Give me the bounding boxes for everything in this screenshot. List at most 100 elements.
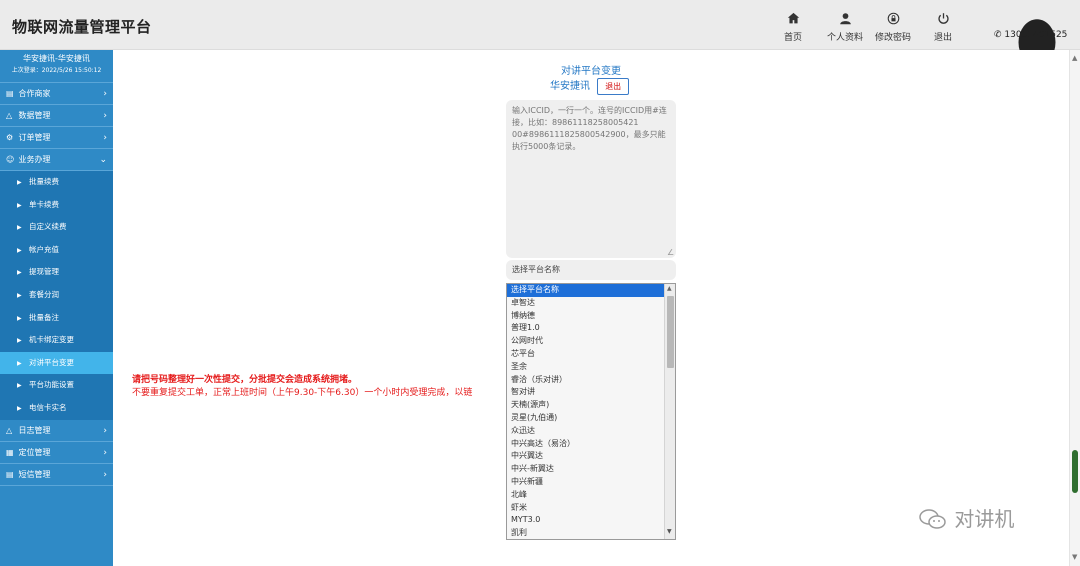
platform-option[interactable]: 选择平台名称 bbox=[507, 284, 664, 297]
chevron-right-icon: › bbox=[103, 111, 107, 121]
lock-icon bbox=[868, 10, 918, 28]
user-info: 华安捷讯-华安捷讯 上次登录：2022/5/26 15:50:12 bbox=[0, 50, 113, 83]
platform-option[interactable]: 智对讲 bbox=[507, 386, 664, 399]
sidebar-item-orders[interactable]: ⚙ 订单管理 › bbox=[0, 127, 113, 149]
page-scroll-thumb[interactable] bbox=[1072, 450, 1078, 493]
nav-profile-button[interactable]: 个人资料 bbox=[820, 10, 870, 43]
page-scrollbar[interactable]: ▲ ▼ bbox=[1069, 50, 1080, 566]
sidebar-sub-item[interactable]: ▶ 套餐分润 bbox=[0, 284, 113, 307]
platform-select[interactable]: 选择平台名称 bbox=[506, 260, 676, 280]
warning-text: 不要重复提交工单，正常上班时间（上午9.30-下午6.30）一个小时内受理完成，… bbox=[132, 388, 473, 398]
brand-title: 物联网流量管理平台 bbox=[12, 18, 152, 36]
contact-phone: ✆ 13051401525 bbox=[994, 10, 1074, 78]
platform-option[interactable]: 灵星(九伯通) bbox=[507, 412, 664, 425]
caret-right-icon: ▶ bbox=[17, 404, 22, 412]
sidebar-sub-item[interactable]: ▶ 电信卡实名 bbox=[0, 397, 113, 420]
caret-right-icon: ▶ bbox=[17, 179, 22, 186]
last-login: 上次登录：2022/5/26 15:50:12 bbox=[11, 67, 102, 74]
platform-option-list: 选择平台名称 卓智达 博纳德 普理1.0 公网时代 芯平台 圣余 睿洽（乐对讲） 智对讲 天楠(源… bbox=[507, 284, 675, 539]
page-title: 对讲平台变更 bbox=[561, 66, 621, 77]
platform-option[interactable]: 中兴-新翼达 bbox=[507, 463, 664, 476]
settings-icon: ⚙ bbox=[6, 133, 14, 142]
sidebar-item-logs[interactable]: △ 日志管理 › bbox=[0, 420, 113, 442]
platform-option[interactable]: 中兴新疆 bbox=[507, 476, 664, 489]
platform-option[interactable]: 中兴翼达 bbox=[507, 450, 664, 463]
sidebar-sub-item[interactable]: ▶ 自定义续费 bbox=[0, 216, 113, 239]
chart-icon: ▤ bbox=[6, 89, 14, 98]
person-icon: ☺ bbox=[6, 155, 15, 164]
sidebar-item-data[interactable]: △ 数据管理 › bbox=[0, 105, 113, 127]
sidebar-item-label: 日志管理 bbox=[18, 425, 51, 435]
caret-right-icon: ▶ bbox=[17, 359, 22, 367]
nav-logout-label: 退出 bbox=[933, 33, 952, 43]
sidebar-item-label: 合作商家 bbox=[18, 89, 51, 98]
chevron-right-icon: › bbox=[103, 469, 107, 480]
sidebar-item-label: 业务办理 bbox=[18, 155, 51, 164]
caret-right-icon: ▶ bbox=[17, 224, 22, 232]
chevron-down-icon: ⌄ bbox=[99, 155, 107, 165]
platform-option[interactable]: 博纳德 bbox=[507, 310, 664, 323]
user-icon bbox=[820, 10, 870, 28]
sidebar-item-business[interactable]: ☺ 业务办理 ⌄ bbox=[0, 149, 113, 171]
caret-right-icon: ▶ bbox=[17, 201, 22, 209]
platform-option[interactable]: 北峰 bbox=[507, 489, 664, 502]
sidebar-item-label: 订单管理 bbox=[18, 133, 51, 142]
logout-button[interactable]: 退出 bbox=[597, 77, 630, 95]
platform-option[interactable]: 芯平台 bbox=[507, 348, 664, 361]
nav-home-button[interactable]: 首页 bbox=[768, 10, 818, 43]
top-header: 物联网流量管理平台 首页 个人资料 修改密码 退出 ✆ 13051401525 bbox=[0, 0, 1080, 78]
sidebar-sub-item[interactable]: ▶ 批量备注 bbox=[0, 307, 113, 330]
scroll-up-icon[interactable]: ▲ bbox=[1072, 54, 1077, 62]
chevron-right-icon: › bbox=[103, 133, 107, 143]
platform-option[interactable]: 公网时代 bbox=[507, 335, 664, 348]
phone-icon: ✆ bbox=[994, 30, 1002, 40]
platform-option[interactable]: 睿洽（乐对讲） bbox=[507, 374, 664, 387]
nav-logout-button[interactable]: 退出 bbox=[918, 10, 968, 43]
company-row: 华安捷讯 退出 bbox=[550, 77, 630, 95]
platform-option[interactable]: 中兴高达（易洽） bbox=[507, 438, 664, 451]
chart-icon: ▤ bbox=[6, 469, 14, 479]
sidebar-item-location[interactable]: ▦ 定位管理 › bbox=[0, 442, 113, 464]
resize-grip-icon[interactable]: ∠ bbox=[667, 248, 674, 257]
business-submenu: ▶ 批量续费 ▶ 单卡续费 ▶ 自定义续费 ▶ 帐户充值 ▶ 提现管理 ▶ 套餐分润 ▶ 批量… bbox=[0, 171, 113, 420]
chevron-right-icon: › bbox=[103, 89, 107, 99]
scroll-down-icon[interactable]: ▼ bbox=[1072, 553, 1077, 561]
sidebar-sub-item[interactable]: ▶ 单卡续费 bbox=[0, 194, 113, 217]
sidebar-sub-item-active[interactable]: ▶ 对讲平台变更 bbox=[0, 351, 113, 375]
people-icon: △ bbox=[6, 111, 13, 120]
sidebar-sub-item[interactable]: ▶ 平台功能设置 bbox=[0, 374, 113, 397]
nav-password-button[interactable]: 修改密码 bbox=[868, 10, 918, 43]
platform-option[interactable]: 普理1.0 bbox=[507, 322, 664, 335]
caret-right-icon: ▶ bbox=[17, 314, 22, 322]
scroll-up-icon[interactable]: ▲ bbox=[667, 285, 672, 292]
platform-option[interactable]: 虾米 bbox=[507, 502, 664, 515]
sidebar-item-partners[interactable]: ▤ 合作商家 › bbox=[0, 83, 113, 105]
caret-right-icon: ▶ bbox=[17, 382, 22, 390]
sidebar-sub-item[interactable]: ▶ 提现管理 bbox=[0, 261, 113, 284]
platform-option[interactable]: 凯利 bbox=[507, 527, 664, 539]
platform-listbox[interactable]: 选择平台名称 卓智达 博纳德 普理1.0 公网时代 芯平台 圣余 睿洽（乐对讲） 智对讲 天楠(源… bbox=[506, 283, 676, 540]
sidebar-sub-item[interactable]: ▶ 机卡绑定变更 bbox=[0, 329, 113, 352]
listbox-scrollbar[interactable]: ▲ ▼ bbox=[664, 284, 675, 539]
sidebar-sub-item[interactable]: ▶ 帐户充值 bbox=[0, 239, 113, 262]
platform-option[interactable]: 天楠(源声) bbox=[507, 399, 664, 412]
caret-right-icon: ▶ bbox=[17, 246, 22, 254]
platform-option[interactable]: 圣余 bbox=[507, 361, 664, 374]
scroll-down-icon[interactable]: ▼ bbox=[667, 528, 672, 535]
nav-password-label: 修改密码 bbox=[874, 33, 911, 43]
platform-option[interactable]: 众迅达 bbox=[507, 425, 664, 438]
platform-option[interactable]: 卓智达 bbox=[507, 297, 664, 310]
sidebar-item-sms[interactable]: ▤ 短信管理 › bbox=[0, 464, 113, 486]
wechat-icon bbox=[918, 507, 954, 531]
sidebar-sub-item[interactable]: ▶ 批量续费 bbox=[0, 171, 113, 194]
company-name: 华安捷讯 bbox=[550, 81, 590, 92]
user-name: 华安捷讯-华安捷讯 bbox=[23, 54, 90, 63]
listbox-scroll-thumb[interactable] bbox=[667, 296, 674, 368]
watermark: 对讲机 bbox=[918, 503, 1014, 532]
iccid-input[interactable] bbox=[506, 100, 676, 258]
platform-option[interactable]: MYT3.0 bbox=[507, 514, 664, 527]
warning-bold-text: 请把号码整理好一次性提交，分批提交会造成系统拥堵。 bbox=[132, 375, 358, 385]
caret-right-icon: ▶ bbox=[17, 337, 22, 345]
sidebar: 华安捷讯-华安捷讯 上次登录：2022/5/26 15:50:12 ▤ 合作商家… bbox=[0, 50, 113, 566]
chevron-right-icon: › bbox=[103, 425, 107, 436]
